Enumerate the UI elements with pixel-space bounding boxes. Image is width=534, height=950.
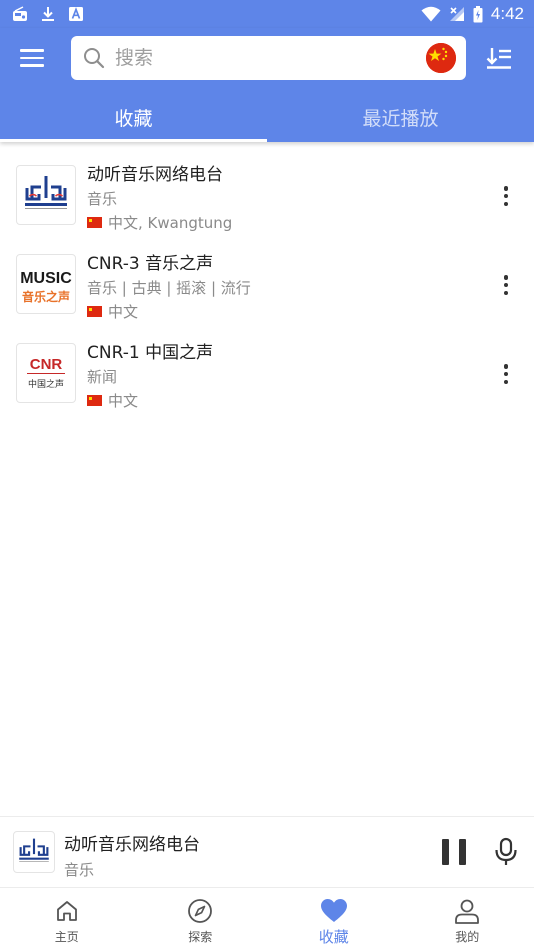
station-name: CNR-1 中国之声 xyxy=(87,343,214,363)
station-genres: 新闻 xyxy=(87,368,118,386)
menu-icon-line xyxy=(20,64,44,67)
bottom-navigation: 主页 探索 收藏 我的 xyxy=(0,887,534,950)
signal-icon xyxy=(449,6,465,22)
more-dot xyxy=(503,282,509,288)
player-title: 动听音乐网络电台 xyxy=(64,835,200,855)
station-language-text: 中文 xyxy=(108,303,139,321)
station-language: 中文 xyxy=(87,301,138,322)
download-icon xyxy=(40,6,56,22)
nav-label: 收藏 xyxy=(318,928,349,946)
nav-label: 主页 xyxy=(54,930,79,944)
nav-item-profile[interactable]: 我的 xyxy=(401,888,534,950)
nav-item-explore[interactable]: 探索 xyxy=(134,888,268,950)
radio-icon xyxy=(12,6,28,22)
more-dot xyxy=(503,193,509,199)
battery-icon xyxy=(473,6,483,23)
tab-favorites[interactable]: 收藏 xyxy=(0,92,267,142)
mini-player[interactable]: 动听音乐网络电台 音乐 xyxy=(0,816,534,886)
station-item[interactable]: CNR 中国之声 CNR-1 中国之声 新闻 中文 xyxy=(0,334,534,423)
more-dot xyxy=(503,201,509,206)
wifi-icon xyxy=(421,6,441,22)
status-bar: 4:42 xyxy=(0,0,534,28)
nav-label: 探索 xyxy=(188,930,213,944)
nav-item-favorites[interactable]: 收藏 xyxy=(267,888,401,950)
compass-icon xyxy=(186,897,214,925)
dt-radio-logo xyxy=(13,831,55,873)
logo-text-top: CNR xyxy=(30,356,63,373)
logo-text-top: MUSIC xyxy=(20,270,72,287)
more-dot xyxy=(503,379,509,384)
menu-icon-line xyxy=(20,56,44,60)
more-dot xyxy=(503,364,509,369)
pause-bar xyxy=(459,839,466,865)
station-language-text: 中文, Kwangtung xyxy=(108,214,233,232)
status-right-icons: 4:42 xyxy=(421,4,524,24)
logo-text-bottom: 音乐之声 xyxy=(22,289,70,304)
status-time: 4:42 xyxy=(490,4,524,23)
microphone-icon[interactable] xyxy=(493,837,519,867)
more-dot xyxy=(503,186,509,191)
tab-label: 最近播放 xyxy=(362,107,439,130)
station-item[interactable]: MUSIC 音乐之声 CNR-3 音乐之声 音乐 | 古典 | 摇滚 | 流行 … xyxy=(0,245,534,334)
menu-icon-line xyxy=(20,49,44,52)
more-dot xyxy=(503,290,509,295)
home-icon xyxy=(53,897,81,925)
pause-button[interactable] xyxy=(442,839,466,865)
tab-label: 收藏 xyxy=(114,107,153,130)
station-language: 中文, Kwangtung xyxy=(87,212,232,233)
a-badge-icon xyxy=(68,6,84,22)
station-name: CNR-3 音乐之声 xyxy=(87,254,214,274)
logo-text-bottom: 中国之声 xyxy=(28,378,64,390)
pause-bar xyxy=(442,839,449,865)
more-options-button[interactable] xyxy=(496,362,516,386)
sort-button[interactable] xyxy=(484,44,514,74)
station-language: 中文 xyxy=(87,390,138,411)
status-left-icons xyxy=(12,6,84,22)
station-item[interactable]: 动听音乐网络电台 音乐 中文, Kwangtung xyxy=(0,156,534,245)
more-options-button[interactable] xyxy=(496,273,516,297)
china-flag-icon xyxy=(87,306,102,317)
cnr-logo: CNR 中国之声 xyxy=(16,343,76,403)
heart-icon xyxy=(320,897,348,925)
station-name: 动听音乐网络电台 xyxy=(87,165,223,185)
tab-recently-played[interactable]: 最近播放 xyxy=(267,92,534,142)
nav-label: 我的 xyxy=(455,930,480,944)
tab-indicator xyxy=(0,139,267,142)
search-input[interactable] xyxy=(115,47,405,69)
search-icon xyxy=(83,47,105,69)
china-flag-icon xyxy=(87,217,102,228)
more-options-button[interactable] xyxy=(496,184,516,208)
station-list: 动听音乐网络电台 音乐 中文, Kwangtung MUSIC 音乐之声 CNR… xyxy=(0,156,534,423)
dt-radio-logo xyxy=(16,165,76,225)
china-flag-icon xyxy=(87,395,102,406)
search-box[interactable] xyxy=(71,36,466,80)
music-radio-logo: MUSIC 音乐之声 xyxy=(16,254,76,314)
more-dot xyxy=(503,371,509,377)
player-subtitle: 音乐 xyxy=(64,861,95,879)
more-dot xyxy=(503,275,509,280)
station-language-text: 中文 xyxy=(108,392,139,410)
nav-item-home[interactable]: 主页 xyxy=(0,888,134,950)
app-bar: 收藏 最近播放 xyxy=(0,28,534,142)
station-genres: 音乐 | 古典 | 摇滚 | 流行 xyxy=(87,279,251,297)
menu-button[interactable] xyxy=(20,44,52,72)
station-genres: 音乐 xyxy=(87,190,118,208)
person-icon xyxy=(453,897,481,925)
tab-bar: 收藏 最近播放 xyxy=(0,92,534,142)
china-flag-icon[interactable] xyxy=(426,43,456,73)
